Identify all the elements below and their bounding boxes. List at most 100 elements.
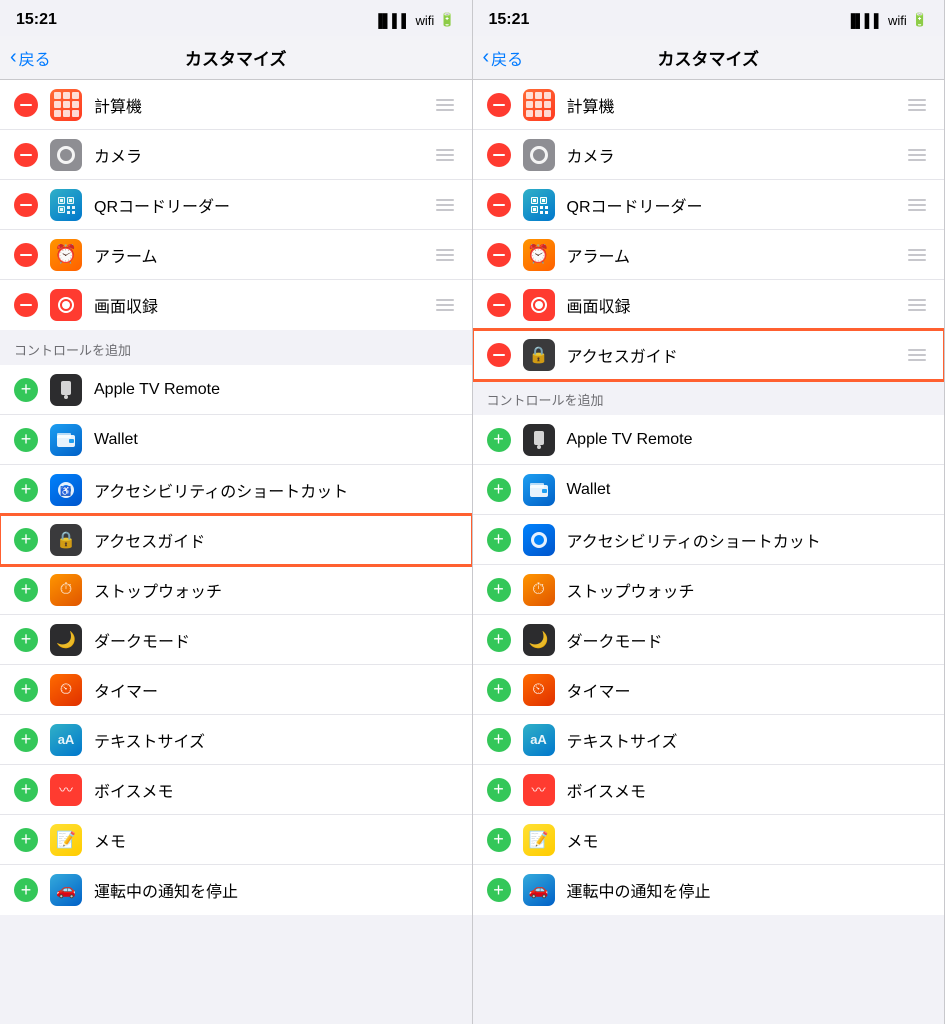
add-btn[interactable] [14, 478, 38, 502]
list-item[interactable]: ♿ アクセシビリティのショートカット [0, 465, 472, 515]
list-item[interactable]: 画面収録 [473, 280, 945, 330]
back-button-right[interactable]: ‹ 戻る [483, 46, 524, 70]
list-item[interactable]: アクセシビリティのショートカット [473, 515, 945, 565]
back-button-left[interactable]: ‹ 戻る [10, 46, 51, 70]
calc-icon [523, 89, 555, 121]
list-item[interactable]: ⏰ アラーム [0, 230, 472, 280]
item-label: タイマー [567, 678, 931, 702]
add-btn[interactable] [14, 778, 38, 802]
remove-btn-access-guide[interactable] [487, 343, 511, 367]
list-item-access-guide-right[interactable]: 🔒 アクセスガイド [473, 330, 945, 380]
add-btn[interactable] [487, 628, 511, 652]
item-label: アクセスガイド [94, 528, 458, 552]
add-btn[interactable] [487, 828, 511, 852]
drag-handle[interactable] [432, 245, 458, 265]
back-label-left: 戻る [19, 46, 51, 70]
drag-handle[interactable] [904, 295, 930, 315]
add-btn[interactable] [487, 428, 511, 452]
list-item[interactable]: ⏱ ストップウォッチ [473, 565, 945, 615]
item-label: アラーム [567, 243, 905, 267]
list-item[interactable]: 計算機 [473, 80, 945, 130]
alarm-icon: ⏰ [523, 239, 555, 271]
remove-btn[interactable] [487, 293, 511, 317]
drag-handle[interactable] [432, 195, 458, 215]
status-bar-right: 15:21 ▐▌▌▌ wifi 🔋 [473, 0, 945, 36]
item-label: QRコードリーダー [567, 193, 905, 217]
list-item[interactable]: 🌙 ダークモード [0, 615, 472, 665]
list-item[interactable]: カメラ [473, 130, 945, 180]
drag-handle[interactable] [432, 95, 458, 115]
remove-btn[interactable] [487, 193, 511, 217]
item-label: ストップウォッチ [567, 578, 931, 602]
add-btn[interactable] [14, 428, 38, 452]
add-btn[interactable] [487, 878, 511, 902]
list-item[interactable]: aA テキストサイズ [0, 715, 472, 765]
list-item[interactable]: カメラ [0, 130, 472, 180]
list-item[interactable]: 📝 メモ [0, 815, 472, 865]
list-item[interactable]: QRコードリーダー [0, 180, 472, 230]
qr-icon [523, 189, 555, 221]
nav-title-right: カスタマイズ [658, 45, 760, 70]
add-btn[interactable] [487, 478, 511, 502]
list-item[interactable]: ⏱ ストップウォッチ [0, 565, 472, 615]
drag-handle[interactable] [904, 245, 930, 265]
remove-btn[interactable] [14, 93, 38, 117]
remove-btn[interactable] [487, 93, 511, 117]
add-btn-access-guide[interactable] [14, 528, 38, 552]
section-header-left: コントロールを追加 [0, 330, 472, 365]
add-btn[interactable] [487, 578, 511, 602]
drag-handle[interactable] [432, 145, 458, 165]
add-btn[interactable] [14, 678, 38, 702]
list-item[interactable]: 計算機 [0, 80, 472, 130]
drag-handle[interactable] [904, 95, 930, 115]
add-btn[interactable] [487, 678, 511, 702]
list-item[interactable]: Apple TV Remote [473, 415, 945, 465]
list-item[interactable]: Apple TV Remote [0, 365, 472, 415]
drag-handle[interactable] [904, 345, 930, 365]
add-btn[interactable] [487, 728, 511, 752]
item-label: アラーム [94, 243, 432, 267]
remove-btn[interactable] [14, 243, 38, 267]
chevron-icon-right: ‹ [483, 46, 490, 69]
add-btn[interactable] [14, 378, 38, 402]
list-item[interactable]: QRコードリーダー [473, 180, 945, 230]
list-item[interactable]: 画面収録 [0, 280, 472, 330]
drag-handle[interactable] [432, 295, 458, 315]
remove-btn[interactable] [14, 193, 38, 217]
list-item[interactable]: ⏰ アラーム [473, 230, 945, 280]
list-item[interactable]: aA テキストサイズ [473, 715, 945, 765]
list-item[interactable]: ⏲ タイマー [0, 665, 472, 715]
list-item[interactable]: 〰 ボイスメモ [0, 765, 472, 815]
list-item[interactable]: 🚗 運転中の通知を停止 [0, 865, 472, 915]
remove-btn[interactable] [14, 293, 38, 317]
list-item[interactable]: Wallet [0, 415, 472, 465]
list-item-access-guide-left[interactable]: 🔒 アクセスガイド [0, 515, 472, 565]
add-btn[interactable] [14, 828, 38, 852]
add-btn[interactable] [14, 728, 38, 752]
add-btn[interactable] [14, 578, 38, 602]
add-btn[interactable] [487, 778, 511, 802]
item-label: アクセシビリティのショートカット [567, 528, 931, 552]
list-item[interactable]: ⏲ タイマー [473, 665, 945, 715]
remove-btn[interactable] [14, 143, 38, 167]
item-label: ダークモード [94, 628, 458, 652]
drag-handle[interactable] [904, 195, 930, 215]
access-shortcut-icon: ♿ [50, 474, 82, 506]
status-time-left: 15:21 [16, 11, 57, 29]
add-btn[interactable] [14, 878, 38, 902]
list-item[interactable]: 📝 メモ [473, 815, 945, 865]
item-label: ダークモード [567, 628, 931, 652]
remove-btn[interactable] [487, 243, 511, 267]
item-label: カメラ [567, 143, 905, 167]
list-item[interactable]: 〰 ボイスメモ [473, 765, 945, 815]
list-item[interactable]: 🌙 ダークモード [473, 615, 945, 665]
remove-btn[interactable] [487, 143, 511, 167]
list-item[interactable]: Wallet [473, 465, 945, 515]
list-item[interactable]: 🚗 運転中の通知を停止 [473, 865, 945, 915]
add-btn[interactable] [487, 528, 511, 552]
add-section-left: Apple TV Remote Wallet [0, 365, 472, 915]
drag-handle[interactable] [904, 145, 930, 165]
item-label: 運転中の通知を停止 [94, 878, 458, 902]
left-panel: 15:21 ▐▌▌▌ wifi 🔋 ‹ 戻る カスタマイズ [0, 0, 473, 1024]
add-btn[interactable] [14, 628, 38, 652]
